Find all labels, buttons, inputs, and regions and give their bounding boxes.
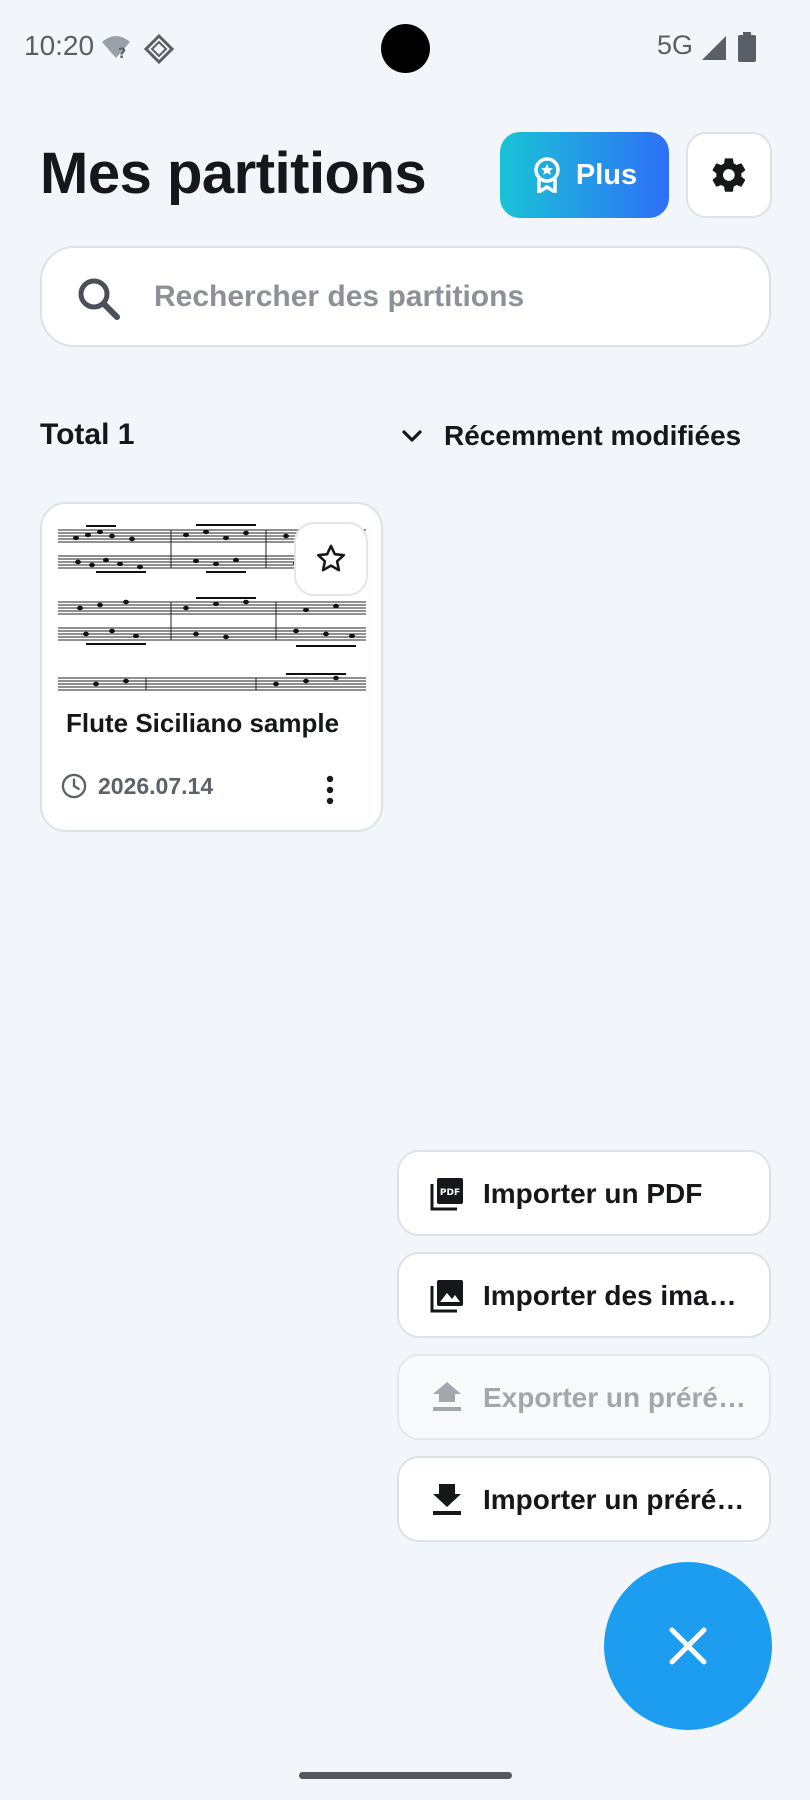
svg-text:?: ?: [118, 46, 126, 60]
import-pdf-label: Importer un PDF: [483, 1178, 703, 1209]
import-pdf-button[interactable]: PDF Importer un PDF: [397, 1150, 771, 1236]
export-preset-button[interactable]: Exporter un préré…: [397, 1354, 771, 1440]
camera-cutout: [381, 24, 430, 73]
page-title: Mes partitions: [40, 141, 427, 206]
chevron-down-icon: [402, 430, 422, 442]
download-icon: [433, 1484, 461, 1515]
score-title: Flute Siciliano sample: [66, 708, 340, 738]
score-card[interactable]: Flute Siciliano sample 2026.07.14: [40, 502, 383, 832]
import-images-button[interactable]: Importer des ima…: [397, 1252, 771, 1338]
favorite-button[interactable]: [294, 522, 368, 596]
status-bar: 10:20 ? 5G: [0, 0, 810, 96]
more-options-button[interactable]: [312, 768, 348, 812]
clock-icon: [61, 773, 87, 799]
export-preset-label: Exporter un préré…: [483, 1382, 746, 1413]
image-icon: [430, 1280, 463, 1313]
home-indicator[interactable]: [299, 1772, 512, 1779]
settings-button[interactable]: [686, 132, 772, 218]
import-images-label: Importer des ima…: [483, 1280, 737, 1311]
import-preset-button[interactable]: Importer un préré…: [397, 1456, 771, 1542]
close-icon: [669, 1627, 707, 1665]
status-time: 10:20: [24, 30, 95, 61]
gear-icon: [712, 158, 746, 192]
sort-dropdown[interactable]: Récemment modifiées: [398, 416, 741, 456]
signal-icon: [702, 36, 726, 60]
score-date-row: 2026.07.14: [60, 772, 213, 800]
search-input[interactable]: Rechercher des partitions: [40, 246, 771, 347]
score-date: 2026.07.14: [98, 772, 214, 799]
star-outline-icon: [316, 544, 346, 572]
plus-button[interactable]: Plus: [500, 132, 669, 218]
upload-icon: [433, 1382, 461, 1411]
more-vert-icon: [326, 775, 334, 805]
svg-text:PDF: PDF: [440, 1188, 460, 1198]
battery-icon: [738, 32, 756, 62]
diamond-notification-icon: [144, 34, 174, 64]
network-type: 5G: [657, 30, 694, 60]
search-placeholder: Rechercher des partitions: [154, 280, 525, 313]
sort-label: Récemment modifiées: [444, 420, 742, 451]
total-count: Total 1: [40, 418, 135, 451]
wifi-icon: ?: [102, 36, 130, 60]
close-fab-button[interactable]: [604, 1562, 772, 1730]
pdf-icon: PDF: [430, 1178, 463, 1211]
plus-label: Plus: [575, 158, 638, 191]
search-icon: [78, 278, 120, 320]
award-ribbon-icon: [534, 157, 560, 193]
import-preset-label: Importer un préré…: [483, 1484, 745, 1515]
